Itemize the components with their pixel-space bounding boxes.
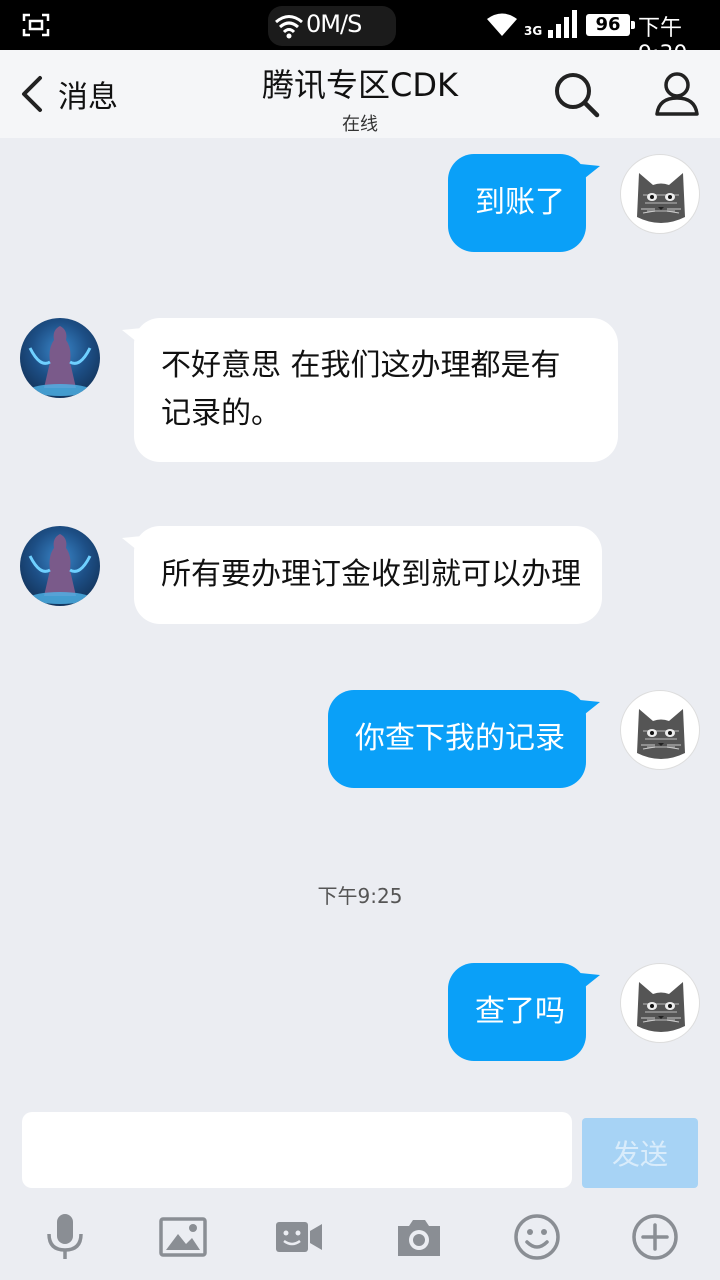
battery-level: 96 [586, 14, 635, 36]
mic-icon[interactable] [40, 1212, 90, 1262]
cat-avatar-image [637, 982, 685, 1032]
chat-header: 消息 腾讯专区CDK 在线 [0, 50, 720, 138]
search-icon[interactable] [552, 70, 600, 118]
my-avatar[interactable] [620, 154, 700, 234]
wifi-icon [275, 15, 303, 39]
message-bubble-out[interactable]: 查了吗 [448, 963, 586, 1061]
status-bar: 0M/S 3G 96 下午9:30 [0, 0, 720, 67]
online-status: 在线 [342, 114, 378, 135]
message-bubble-in[interactable]: 不好意思 在我们这办理都是有记录的。 [134, 318, 618, 462]
send-button[interactable]: 发送 [582, 1118, 698, 1188]
plus-icon[interactable] [630, 1212, 680, 1262]
time-separator: 下午9:25 [317, 884, 403, 908]
message-bubble-in[interactable]: 所有要办理订金收到就可以办理 [134, 526, 602, 624]
chevron-left-icon [22, 76, 42, 112]
back-button[interactable]: 消息 [18, 70, 128, 118]
camera-icon[interactable] [394, 1212, 444, 1262]
emoji-icon[interactable] [512, 1212, 562, 1262]
game-character-avatar-image [28, 534, 92, 604]
message-text: 所有要办理订金收到就可以办理 [161, 557, 581, 592]
message-list[interactable]: 到账了 不好意思 在我们这办理都是有记录的。 所有要办理订金收到就可以办理 你查… [0, 138, 720, 1098]
screenshot-icon [22, 13, 50, 37]
message-text: 你查下我的记录 [355, 721, 565, 756]
profile-icon[interactable] [654, 70, 700, 118]
my-avatar[interactable] [620, 690, 700, 770]
cell-signal-icon [548, 10, 577, 38]
message-text: 到账了 [475, 185, 565, 220]
contact-avatar[interactable] [20, 318, 100, 398]
message-text: 不好意思 在我们这办理都是有记录的。 [161, 348, 561, 431]
chat-title-block[interactable]: 腾讯专区CDK 在线 [200, 60, 520, 136]
video-call-icon[interactable] [274, 1212, 324, 1262]
network-type: 3G [524, 24, 543, 38]
wifi-signal-icon [487, 13, 517, 36]
contact-name: 腾讯专区CDK [262, 66, 458, 104]
message-input[interactable] [22, 1112, 572, 1188]
message-bubble-out[interactable]: 到账了 [448, 154, 586, 252]
contact-avatar[interactable] [20, 526, 100, 606]
game-character-avatar-image [28, 326, 92, 396]
message-bubble-out[interactable]: 你查下我的记录 [328, 690, 586, 788]
back-label: 消息 [58, 80, 118, 115]
image-icon[interactable] [158, 1212, 208, 1262]
cat-avatar-image [637, 709, 685, 759]
my-avatar[interactable] [620, 963, 700, 1043]
input-bar: 发送 [0, 1098, 720, 1280]
message-text: 查了吗 [475, 994, 565, 1029]
cat-avatar-image [637, 173, 685, 223]
net-speed: 0M/S [306, 10, 362, 38]
